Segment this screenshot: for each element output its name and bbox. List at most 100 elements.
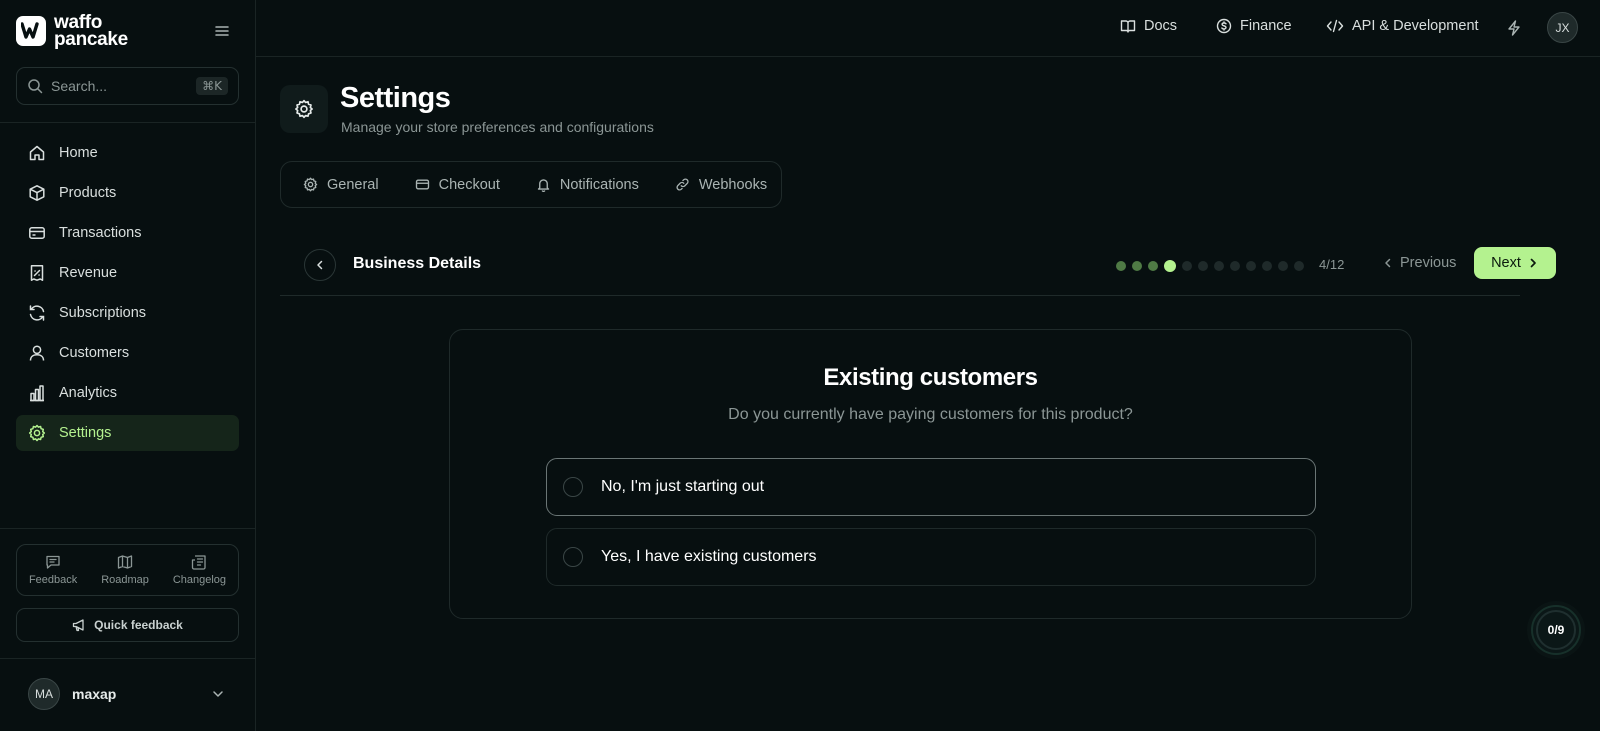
sidebar-item-products[interactable]: Products <box>16 175 239 211</box>
quick-feedback-button[interactable]: Quick feedback <box>16 608 239 642</box>
step-dot <box>1294 261 1304 271</box>
chevron-right-icon <box>1530 258 1536 268</box>
credit-card-icon <box>29 227 45 239</box>
sidebar-item-label: Transactions <box>59 225 142 241</box>
refresh-icon <box>29 305 45 321</box>
dollar-circle-icon <box>1216 18 1232 34</box>
tab-checkout[interactable]: Checkout <box>415 177 500 193</box>
tab-webhooks[interactable]: Webhooks <box>675 177 767 193</box>
sidebar-item-label: Products <box>59 185 117 201</box>
user-menu[interactable]: MA maxap <box>16 674 239 714</box>
search-shortcut: ⌘K <box>196 77 228 95</box>
tab-label: General <box>327 176 379 193</box>
box-icon <box>29 185 45 201</box>
book-icon <box>1120 20 1136 33</box>
step-dot <box>1116 261 1126 271</box>
roadmap-link[interactable]: Roadmap <box>101 554 149 586</box>
step-dot <box>1262 261 1272 271</box>
changelog-link[interactable]: Changelog <box>173 554 226 586</box>
step-dot <box>1278 261 1288 271</box>
sidebar-item-revenue[interactable]: Revenue <box>16 255 239 291</box>
megaphone-icon <box>72 619 84 632</box>
finance-link-label: Finance <box>1240 18 1292 34</box>
divider <box>0 658 256 659</box>
footer-links: Feedback Roadmap Changelog <box>16 544 239 596</box>
step-dot-current <box>1164 260 1176 272</box>
step-dot <box>1182 261 1192 271</box>
search-input[interactable]: Search... ⌘K <box>16 67 239 105</box>
wizard-step-bar: Business Details 4/12 Previous Next <box>280 240 1556 296</box>
sidebar-item-label: Analytics <box>59 385 118 401</box>
brand-name-line2: pancake <box>54 29 128 50</box>
feedback-link-label: Feedback <box>28 574 78 586</box>
sidebar-item-label: Subscriptions <box>59 305 147 321</box>
brand-logo[interactable]: waffo pancake <box>16 13 128 50</box>
sidebar-nav: Home Products Transactions Revenue Subsc… <box>16 135 239 455</box>
radio-button[interactable] <box>563 477 583 497</box>
topbar: Docs Finance API & Development JX <box>256 0 1600 57</box>
divider <box>0 122 256 123</box>
back-button[interactable] <box>304 249 336 281</box>
chevron-down-icon <box>213 691 223 697</box>
changelog-link-label: Changelog <box>172 574 227 586</box>
credit-card-icon <box>415 179 429 190</box>
tab-label: Webhooks <box>698 176 768 193</box>
option-no-starting-out[interactable]: No, I'm just starting out <box>546 458 1316 516</box>
question-subtitle: Do you currently have paying customers f… <box>728 406 1133 423</box>
user-name: maxap <box>72 686 117 702</box>
option-yes-existing[interactable]: Yes, I have existing customers <box>546 528 1316 586</box>
step-title: Business Details <box>353 255 482 272</box>
question-card: Existing customers Do you currently have… <box>449 329 1412 619</box>
sidebar-item-analytics[interactable]: Analytics <box>16 375 239 411</box>
sidebar-item-label: Revenue <box>59 265 118 281</box>
code-icon <box>1326 19 1344 33</box>
radio-button[interactable] <box>563 547 583 567</box>
map-icon <box>117 555 133 569</box>
search-icon <box>28 79 43 94</box>
step-progress-dots <box>1116 260 1310 272</box>
api-development-label: API & Development <box>1352 18 1479 34</box>
sidebar-item-home[interactable]: Home <box>16 135 239 171</box>
sidebar-item-customers[interactable]: Customers <box>16 335 239 371</box>
feedback-link[interactable]: Feedback <box>29 554 77 586</box>
onboarding-progress-badge[interactable]: 0/9 <box>1531 605 1581 655</box>
step-dot <box>1246 261 1256 271</box>
newspaper-icon <box>192 555 207 570</box>
menu-icon[interactable] <box>215 24 229 40</box>
question-title: Existing customers <box>823 364 1038 391</box>
finance-link[interactable]: Finance <box>1216 18 1292 34</box>
step-dot <box>1198 261 1208 271</box>
settings-tabs: General Checkout Notifications Webhooks <box>280 161 782 208</box>
api-development-link[interactable]: API & Development <box>1326 18 1479 34</box>
sidebar-item-transactions[interactable]: Transactions <box>16 215 239 251</box>
search-placeholder: Search... <box>51 78 108 94</box>
quick-feedback-label: Quick feedback <box>94 618 183 632</box>
tab-label: Notifications <box>559 176 639 193</box>
chevron-left-icon <box>317 260 323 270</box>
docs-link[interactable]: Docs <box>1120 18 1177 34</box>
step-dot <box>1214 261 1224 271</box>
step-count: 4/12 <box>1319 257 1345 272</box>
chevron-left-icon <box>1385 258 1391 268</box>
sidebar-item-settings[interactable]: Settings <box>16 415 239 451</box>
previous-label: Previous <box>1400 255 1457 271</box>
divider <box>0 528 256 529</box>
step-dot <box>1132 261 1142 271</box>
previous-button[interactable]: Previous <box>1382 255 1456 271</box>
tab-label: Checkout <box>438 176 500 193</box>
next-button[interactable]: Next <box>1474 247 1556 279</box>
settings-page-icon <box>280 85 328 133</box>
gear-icon <box>295 99 313 119</box>
docs-link-label: Docs <box>1144 18 1178 34</box>
page-title: Settings <box>340 82 451 114</box>
message-icon <box>46 555 60 569</box>
sidebar-item-subscriptions[interactable]: Subscriptions <box>16 295 239 331</box>
top-avatar[interactable]: JX <box>1547 12 1578 43</box>
roadmap-link-label: Roadmap <box>101 574 149 586</box>
tab-notifications[interactable]: Notifications <box>536 177 639 193</box>
gear-icon <box>303 177 318 192</box>
bolt-icon[interactable] <box>1507 20 1521 39</box>
step-dot <box>1148 261 1158 271</box>
sidebar: waffo pancake Search... ⌘K Home Products… <box>0 0 256 731</box>
tab-general[interactable]: General <box>303 177 379 193</box>
